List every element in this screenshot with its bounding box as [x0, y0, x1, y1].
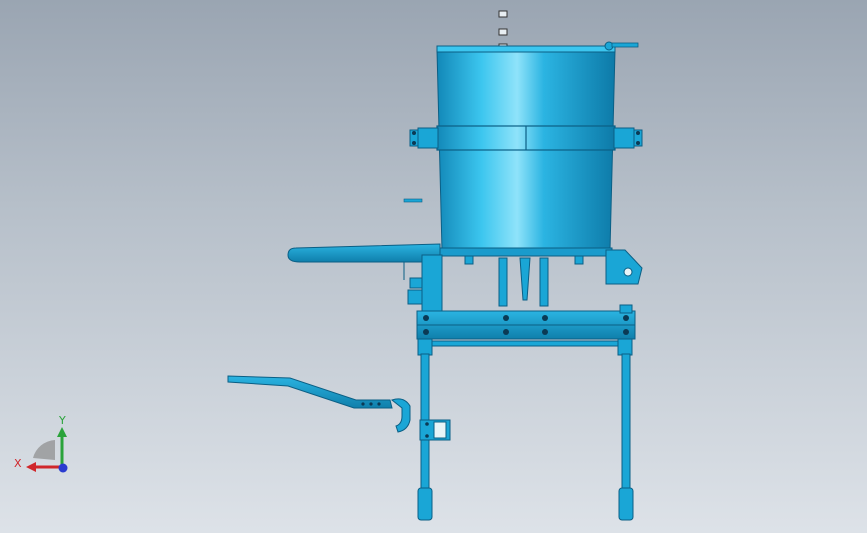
- lid-handle[interactable]: [604, 41, 639, 51]
- bottom-valves[interactable]: [464, 255, 584, 307]
- right-trunnion[interactable]: [613, 127, 643, 149]
- lower-tie-bar: [417, 338, 633, 356]
- machine-3d-model[interactable]: [0, 0, 867, 533]
- graphics-viewport[interactable]: Y X: [0, 0, 867, 533]
- y-axis-label: Y: [58, 414, 66, 427]
- x-axis-label: X: [14, 457, 22, 470]
- floating-pin: [403, 198, 423, 203]
- tank[interactable]: [436, 45, 616, 257]
- left-trunnion[interactable]: [409, 127, 439, 149]
- left-upright-mechanism[interactable]: [403, 254, 443, 312]
- main-crossbeam[interactable]: [416, 304, 636, 340]
- tilt-handle-arm[interactable]: [287, 243, 441, 263]
- top-fitting-parts: [498, 10, 508, 51]
- foot-pedal-lever[interactable]: [227, 375, 451, 441]
- right-bracket[interactable]: [605, 249, 643, 285]
- right-leg: [618, 353, 634, 521]
- coordinate-triad: Y X: [14, 414, 68, 473]
